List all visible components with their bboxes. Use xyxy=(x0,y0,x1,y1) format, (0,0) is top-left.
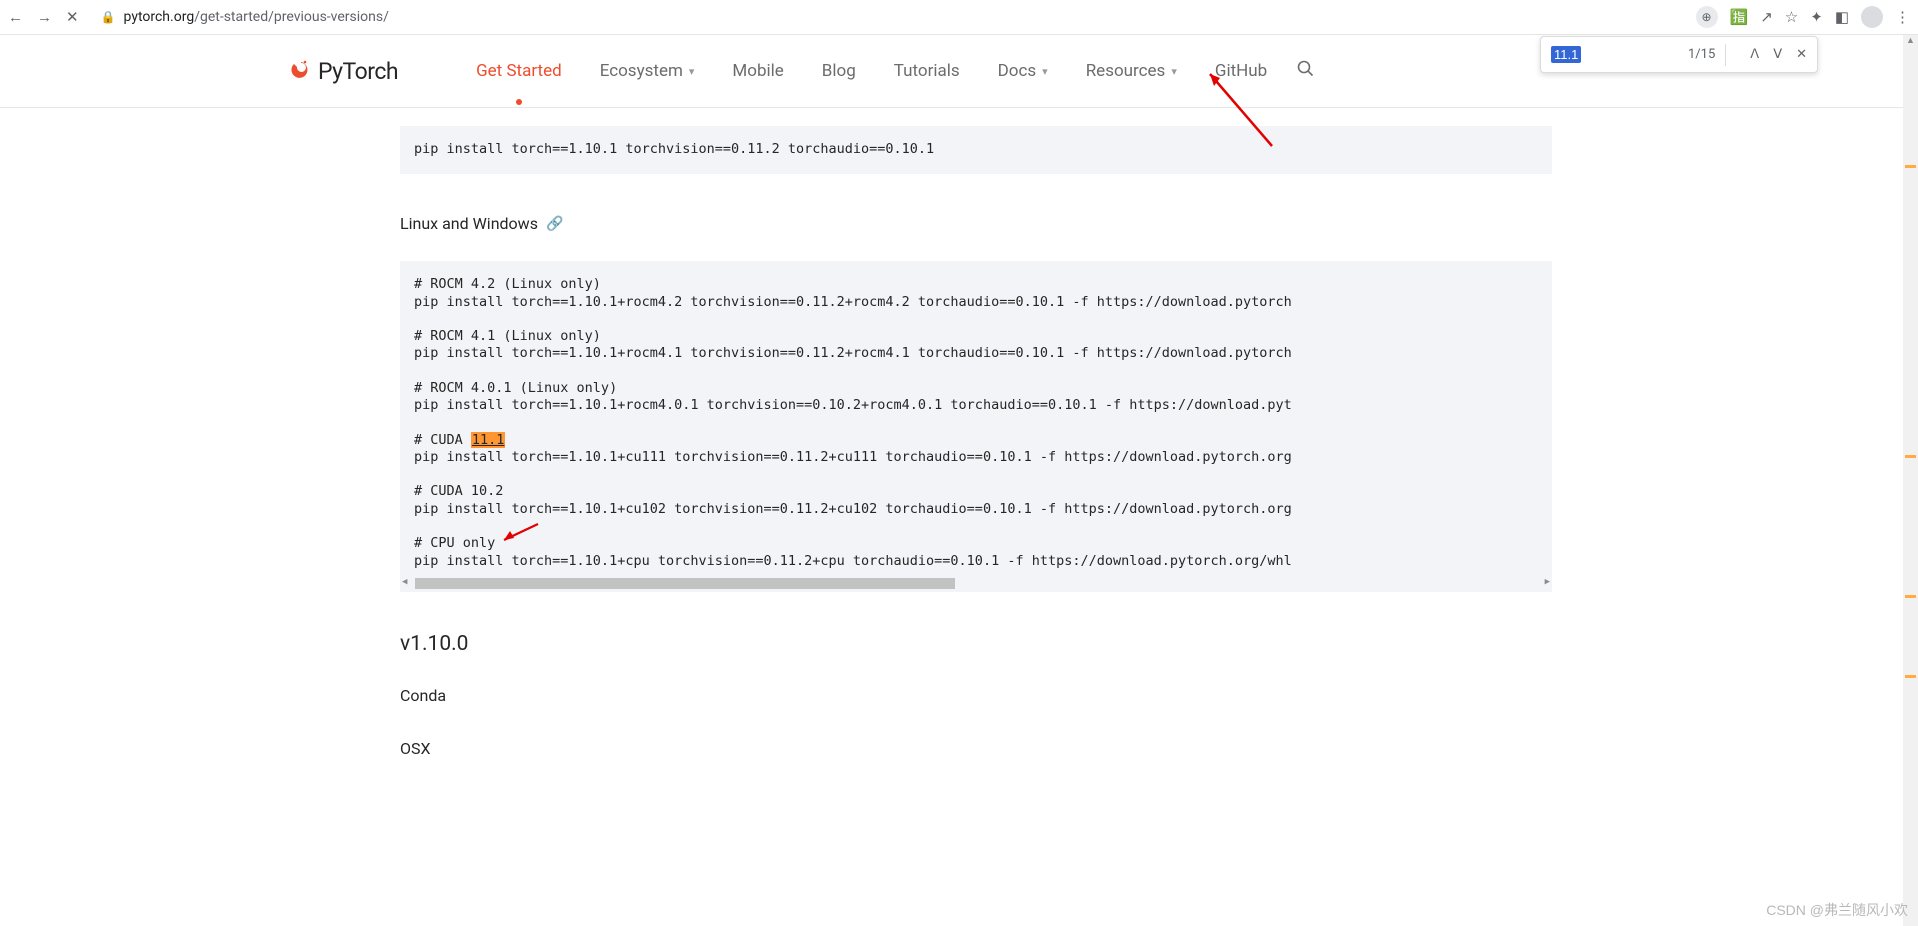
zoom-icon[interactable]: ⊕ xyxy=(1696,6,1718,28)
stop-reload-button[interactable]: ✕ xyxy=(66,8,79,26)
browser-toolbar: ← → ✕ 🔒 pytorch.org/get-started/previous… xyxy=(0,0,1918,35)
heading-version: v1.10.0 xyxy=(400,632,1552,656)
nav-tutorials[interactable]: Tutorials xyxy=(894,61,960,81)
chevron-down-icon: ▾ xyxy=(689,65,695,78)
heading-conda: Conda xyxy=(400,686,1552,705)
profile-avatar[interactable] xyxy=(1861,6,1883,28)
flame-icon xyxy=(290,55,312,87)
page-content: pip install torch==1.10.1 torchvision==0… xyxy=(0,108,1918,926)
find-match-highlight: 11.1 xyxy=(471,432,506,448)
pytorch-logo[interactable]: PyTorch xyxy=(290,55,398,87)
nav-get-started[interactable]: Get Started xyxy=(476,61,562,81)
nav-mobile[interactable]: Mobile xyxy=(732,61,783,81)
heading-linux-windows: Linux and Windows 🔗 xyxy=(400,214,1552,233)
extensions-icon[interactable]: ✦ xyxy=(1810,8,1823,26)
bookmark-icon[interactable]: ☆ xyxy=(1785,8,1798,26)
chevron-down-icon: ▾ xyxy=(1042,65,1048,78)
nav-resources[interactable]: Resources▾ xyxy=(1086,61,1177,81)
nav-blog[interactable]: Blog xyxy=(822,61,856,81)
brand-text: PyTorch xyxy=(318,58,398,85)
translate-icon[interactable]: 🈯 xyxy=(1730,8,1749,26)
code-block-platforms[interactable]: # ROCM 4.2 (Linux only) pip install torc… xyxy=(400,261,1552,592)
watermark-text: CSDN @弗兰随风小欢 xyxy=(1766,900,1908,920)
vertical-scrollbar[interactable]: ▲ xyxy=(1903,35,1918,926)
address-bar[interactable]: 🔒 pytorch.org/get-started/previous-versi… xyxy=(95,7,395,27)
nav-ecosystem[interactable]: Ecosystem▾ xyxy=(600,61,695,81)
url-host: pytorch.org xyxy=(124,9,195,25)
share-icon[interactable]: ↗ xyxy=(1760,8,1773,26)
permalink-icon[interactable]: 🔗 xyxy=(546,216,563,232)
forward-button[interactable]: → xyxy=(37,8,52,26)
lock-icon: 🔒 xyxy=(101,10,116,24)
back-button[interactable]: ← xyxy=(8,8,23,26)
find-close-button[interactable]: ✕ xyxy=(1796,47,1807,62)
find-separator xyxy=(1725,44,1726,66)
find-next-button[interactable]: ᐯ xyxy=(1773,47,1782,62)
nav-github[interactable]: GitHub xyxy=(1215,61,1267,81)
scrollbar-thumb[interactable] xyxy=(415,578,955,589)
find-prev-button[interactable]: ᐱ xyxy=(1750,47,1759,62)
horizontal-scrollbar[interactable] xyxy=(403,578,1549,589)
find-count: 1/15 xyxy=(1688,47,1715,62)
sidepanel-icon[interactable]: ◧ xyxy=(1835,8,1849,26)
search-icon[interactable] xyxy=(1297,60,1314,82)
code-block-pip-basic[interactable]: pip install torch==1.10.1 torchvision==0… xyxy=(400,126,1552,174)
find-in-page-bar: 11.1 1/15 ᐱ ᐯ ✕ xyxy=(1540,36,1818,73)
chevron-down-icon: ▾ xyxy=(1171,65,1177,78)
url-path: /get-started/previous-versions/ xyxy=(194,9,389,25)
nav-docs[interactable]: Docs▾ xyxy=(998,61,1048,81)
find-query[interactable]: 11.1 xyxy=(1551,46,1581,63)
menu-icon[interactable]: ⋮ xyxy=(1895,8,1910,26)
heading-osx: OSX xyxy=(400,739,1552,758)
